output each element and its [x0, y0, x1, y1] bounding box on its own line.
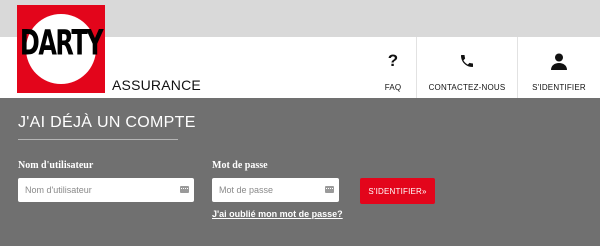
darty-logo[interactable]: DARTY [17, 5, 105, 93]
title-underline [18, 139, 178, 140]
username-field-wrapper [18, 178, 194, 202]
nav-contact[interactable]: CONTACTEZ-NOUS [417, 37, 517, 98]
keyboard-icon[interactable] [325, 186, 334, 193]
nav-login-label: S'IDENTIFIER [532, 83, 586, 92]
login-panel: J'AI DÉJÀ UN COMPTE Nom d'utilisateur Mo… [0, 98, 600, 246]
username-input[interactable] [18, 178, 194, 202]
password-input[interactable] [212, 178, 339, 202]
nav-contact-label: CONTACTEZ-NOUS [428, 83, 506, 92]
nav-faq-label: FAQ [384, 83, 402, 92]
nav-login[interactable]: S'IDENTIFIER [518, 37, 600, 98]
forgot-password-link[interactable]: J'ai oublié mon mot de passe? [212, 209, 343, 219]
section-name: ASSURANCE [112, 77, 201, 93]
keyboard-icon[interactable] [180, 186, 189, 193]
login-button[interactable]: S'IDENTIFIER» [360, 178, 435, 204]
password-field-wrapper [212, 178, 339, 202]
user-icon [551, 51, 567, 71]
password-label: Mot de passe [212, 160, 268, 171]
logo-text: DARTY [19, 22, 104, 64]
phone-icon [459, 51, 475, 71]
username-label: Nom d'utilisateur [18, 160, 94, 171]
nav-faq[interactable]: ? FAQ [370, 37, 416, 98]
login-title: J'AI DÉJÀ UN COMPTE [18, 114, 196, 131]
question-icon: ? [387, 51, 399, 70]
